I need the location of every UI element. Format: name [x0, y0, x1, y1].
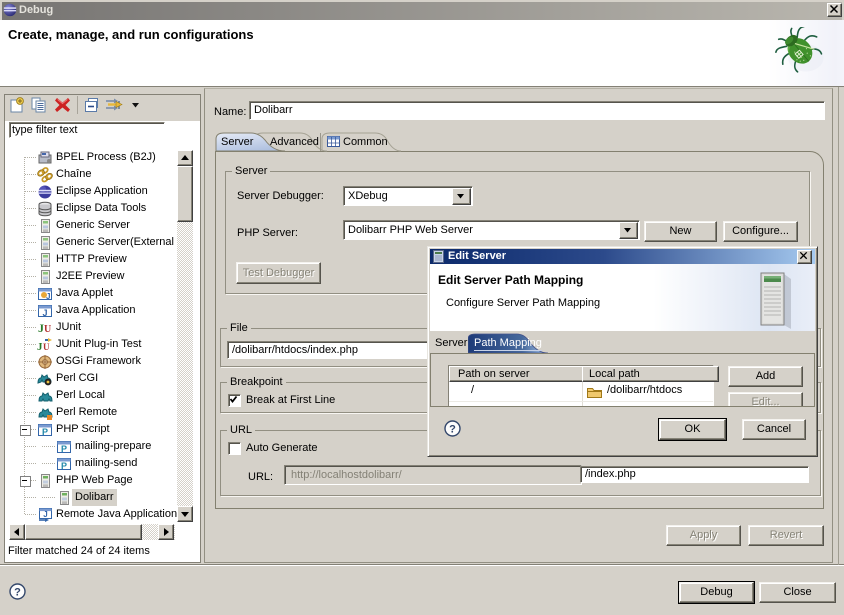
- svg-text:?: ?: [449, 424, 456, 436]
- svg-text:?: ?: [14, 587, 21, 599]
